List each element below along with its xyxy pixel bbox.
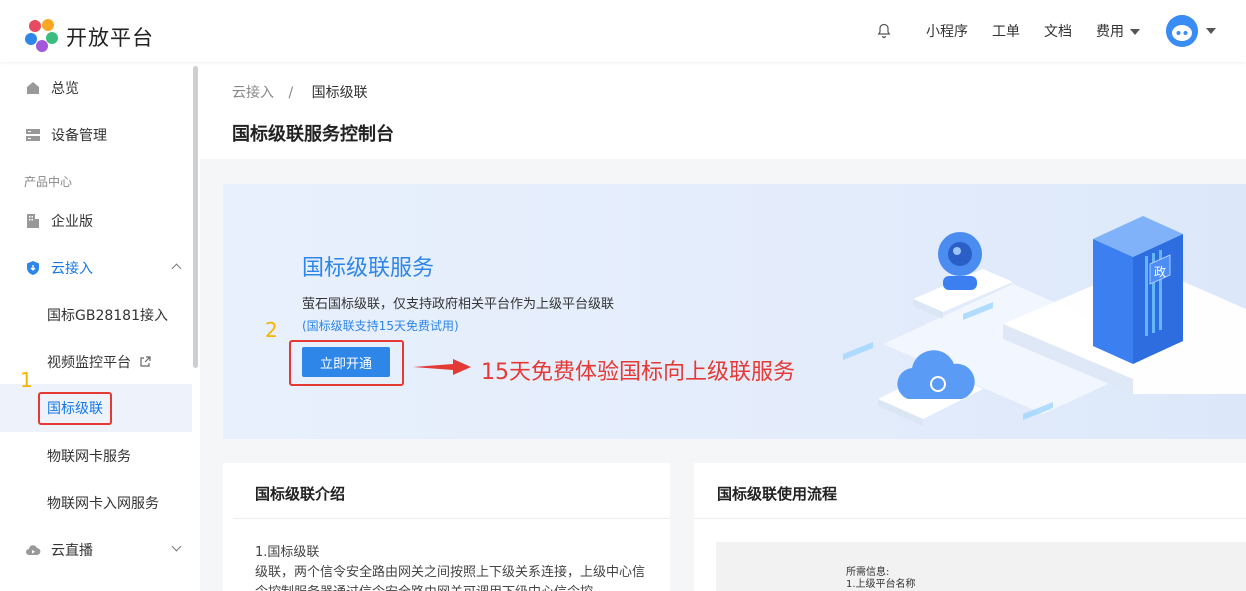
sidebar-group-product-center: 产品中心 bbox=[24, 175, 73, 189]
intro-card-title: 国标级联介绍 bbox=[255, 485, 346, 503]
sidebar-subitem-iot-card-network[interactable]: 物联网卡入网服务 bbox=[0, 483, 192, 523]
divider bbox=[694, 518, 1246, 519]
sidebar-subitem-label: 视频监控平台 bbox=[47, 355, 131, 371]
caret-down-icon bbox=[1130, 29, 1140, 35]
sidebar-item-enterprise[interactable]: 企业版 bbox=[0, 201, 192, 241]
nav-billing[interactable]: 费用 bbox=[1096, 21, 1140, 41]
sidebar-item-cloud-access[interactable]: 云接入 bbox=[0, 248, 192, 288]
cloud-access-icon bbox=[27, 261, 39, 275]
sidebar-item-overview[interactable]: 总览 bbox=[0, 68, 192, 108]
sidebar-scrollbar[interactable] bbox=[193, 66, 198, 368]
sidebar-item-cloud-live[interactable]: 云直播 bbox=[0, 530, 192, 570]
home-icon bbox=[27, 82, 39, 94]
flow-diagram-image: 所需信息: 1.上级平台名称 bbox=[716, 542, 1246, 591]
external-link-icon bbox=[140, 356, 151, 367]
flow-line-2: 1.上级平台名称 bbox=[846, 579, 916, 590]
sidebar-item-label: 企业版 bbox=[51, 214, 93, 230]
nav-docs[interactable]: 文档 bbox=[1044, 21, 1072, 41]
nav-mini-program[interactable]: 小程序 bbox=[926, 21, 968, 41]
intro-card-body: 1.国标级联 级联，两个信令安全路由网关之间按照上下级关系连接，上级中心信令控制… bbox=[255, 543, 645, 591]
bell-icon[interactable] bbox=[876, 23, 892, 39]
sidebar: 总览 设备管理 产品中心 企业版 云接入 国标GB28181接入 视频监控平台 … bbox=[0, 62, 200, 591]
avatar[interactable] bbox=[1166, 15, 1198, 47]
banner-title: 国标级联服务 bbox=[302, 256, 435, 281]
flow-card-title: 国标级联使用流程 bbox=[717, 485, 838, 503]
nav-tickets[interactable]: 工单 bbox=[992, 21, 1020, 41]
breadcrumb-parent[interactable]: 云接入 bbox=[232, 85, 274, 101]
main-header: 云接入 / 国标级联 国标级联服务控制台 bbox=[200, 62, 1246, 159]
flow-diagram-text: 所需信息: 1.上级平台名称 bbox=[846, 567, 916, 591]
building-icon bbox=[27, 214, 39, 228]
banner-free-trial-note: (国标级联支持15天免费试用) bbox=[302, 319, 459, 333]
breadcrumb-current: 国标级联 bbox=[311, 85, 368, 101]
robot-avatar-icon bbox=[1166, 15, 1198, 47]
divider bbox=[233, 518, 670, 519]
flow-card: 国标级联使用流程 所需信息: 1.上级平台名称 bbox=[694, 463, 1246, 591]
annotation-promo-text: 15天免费体验国标向上级联服务 bbox=[481, 360, 795, 385]
device-icon bbox=[26, 129, 40, 141]
activate-now-button[interactable]: 立即开通 bbox=[302, 347, 390, 377]
breadcrumb: 云接入 / 国标级联 bbox=[232, 82, 368, 102]
sidebar-subitem-gb28181[interactable]: 国标GB28181接入 bbox=[0, 295, 192, 335]
breadcrumb-separator: / bbox=[288, 85, 294, 101]
top-nav: 小程序 工单 文档 费用 bbox=[876, 0, 1216, 62]
cloud-live-icon bbox=[26, 545, 41, 555]
banner-description: 萤石国标级联，仅支持政府相关平台作为上级平台级联 bbox=[302, 297, 615, 312]
chevron-down-icon bbox=[171, 541, 182, 552]
sidebar-item-device-management[interactable]: 设备管理 bbox=[0, 115, 192, 155]
nav-billing-label: 费用 bbox=[1096, 24, 1124, 40]
sidebar-item-label: 云直播 bbox=[51, 543, 93, 559]
intro-text: 级联，两个信令安全路由网关之间按照上下级关系连接，上级中心信令控制服务器通过信令… bbox=[255, 565, 646, 591]
sidebar-item-label: 设备管理 bbox=[51, 128, 107, 144]
annotation-number-2: 2 bbox=[265, 318, 278, 342]
top-header: 开放平台 小程序 工单 文档 费用 bbox=[0, 0, 1246, 62]
cloud-server-illustration: 政 bbox=[843, 216, 1246, 426]
chevron-up-icon bbox=[171, 263, 182, 274]
sidebar-subitem-iot-card[interactable]: 物联网卡服务 bbox=[0, 436, 192, 476]
intro-card: 国标级联介绍 1.国标级联 级联，两个信令安全路由网关之间按照上下级关系连接，上… bbox=[223, 463, 670, 591]
flow-line-1: 所需信息: bbox=[846, 567, 890, 578]
logo-text[interactable]: 开放平台 bbox=[66, 22, 154, 52]
annotation-box-1 bbox=[38, 392, 112, 425]
avatar-caret-icon[interactable] bbox=[1206, 28, 1216, 34]
annotation-arrow-icon bbox=[413, 359, 471, 375]
intro-subtitle: 1.国标级联 bbox=[255, 545, 320, 560]
sidebar-item-label: 总览 bbox=[51, 81, 79, 97]
server-label: 政 bbox=[1154, 265, 1166, 279]
annotation-number-1: 1 bbox=[20, 368, 33, 392]
page-title: 国标级联服务控制台 bbox=[232, 124, 394, 145]
logo-icon[interactable] bbox=[24, 17, 60, 53]
service-banner: 国标级联服务 萤石国标级联，仅支持政府相关平台作为上级平台级联 (国标级联支持1… bbox=[223, 184, 1246, 439]
sidebar-item-label: 云接入 bbox=[51, 261, 93, 277]
